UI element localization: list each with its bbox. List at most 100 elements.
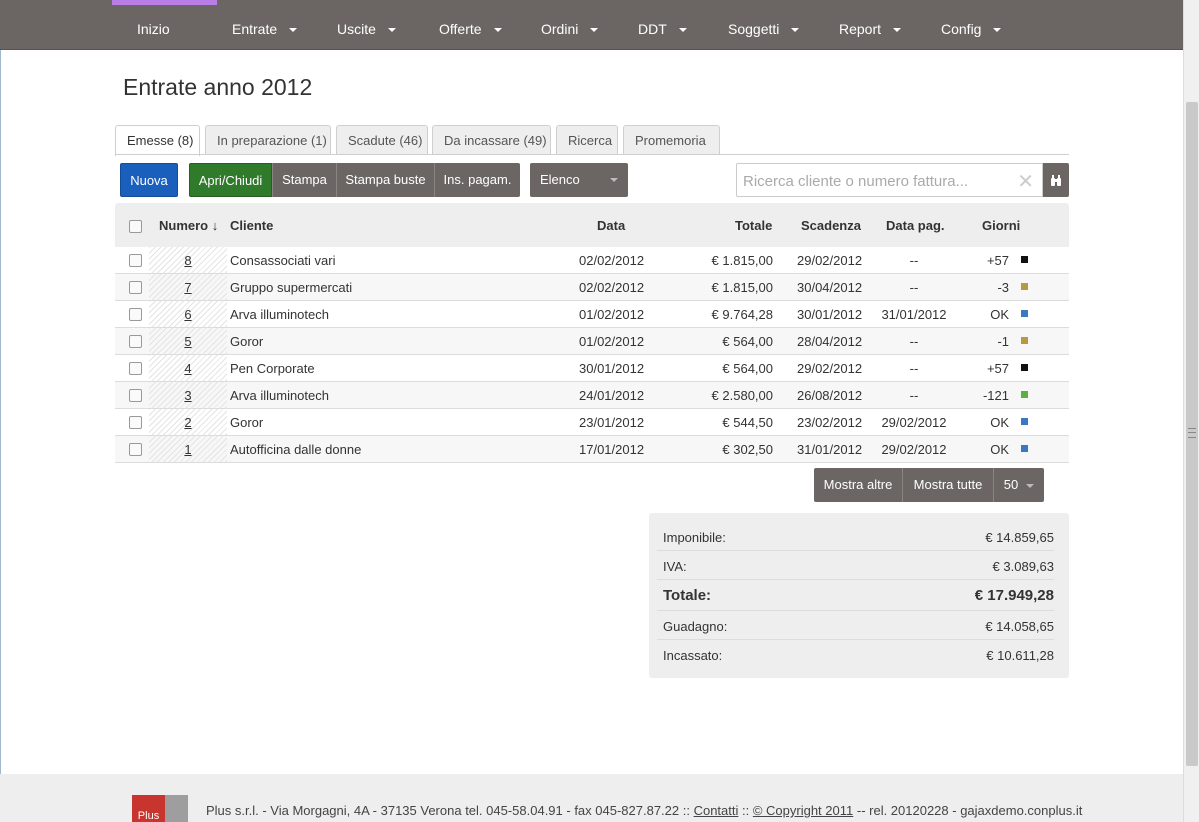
insert-payment-button[interactable]: Ins. pagam. — [434, 163, 520, 197]
row-numero: 8 — [149, 253, 227, 268]
table-row[interactable]: 3 Arva illuminotech 24/01/2012 € 2.580,00 26… — [115, 382, 1069, 409]
view-mode-select[interactable]: Elenco — [530, 163, 628, 197]
app-logo[interactable] — [112, 0, 217, 5]
nav-item-1[interactable]: Entrate — [232, 21, 298, 37]
row-totale: € 1.815,00 — [711, 280, 773, 295]
table-row[interactable]: 1 Autofficina dalle donne 17/01/2012 € 302,… — [115, 436, 1069, 463]
nav-item-0[interactable]: Inizio — [137, 21, 170, 37]
invoice-number-link[interactable]: 2 — [184, 415, 191, 430]
col-data-header[interactable]: Data — [597, 218, 625, 233]
table-row[interactable]: 8 Consassociati vari 02/02/2012 € 1.815,00 2… — [115, 247, 1069, 274]
totals-value: € 14.058,65 — [985, 619, 1054, 634]
tab-0[interactable]: Emesse (8) — [115, 125, 200, 156]
row-checkbox[interactable] — [129, 308, 142, 321]
row-cliente: Consassociati vari — [230, 253, 336, 268]
status-color-square — [1021, 283, 1028, 290]
row-checkbox[interactable] — [129, 254, 142, 267]
row-data: 01/02/2012 — [579, 334, 645, 349]
row-checkbox[interactable] — [129, 443, 142, 456]
invoice-number-link[interactable]: 7 — [184, 280, 191, 295]
col-scadenza-header[interactable]: Scadenza — [801, 218, 861, 233]
binoculars-icon — [1051, 174, 1061, 186]
row-data-pag: -- — [909, 334, 919, 349]
row-giorni: OK — [990, 415, 1009, 430]
chevron-down-icon — [791, 28, 800, 33]
nav-item-5[interactable]: DDT — [638, 21, 687, 37]
tab-1[interactable]: In preparazione (1) — [205, 125, 331, 155]
col-data-pag-header[interactable]: Data pag. — [886, 218, 945, 233]
row-checkbox[interactable] — [129, 281, 142, 294]
row-numero: 6 — [149, 307, 227, 322]
select-all-checkbox[interactable] — [129, 220, 142, 233]
page-size-select[interactable]: 50 — [993, 468, 1044, 502]
nav-item-4[interactable]: Ordini — [541, 21, 599, 37]
row-giorni: OK — [990, 307, 1009, 322]
invoice-number-link[interactable]: 3 — [184, 388, 191, 403]
col-giorni-header[interactable]: Giorni — [982, 218, 1020, 233]
table-row[interactable]: 4 Pen Corporate 30/01/2012 € 564,00 29/02/20… — [115, 355, 1069, 382]
row-totale: € 2.580,00 — [711, 388, 773, 403]
nav-item-6[interactable]: Soggetti — [728, 21, 800, 37]
row-giorni: -121 — [982, 388, 1009, 403]
totals-panel: Imponibile: € 14.859,65 IVA: € 3.089,63 Tota… — [649, 513, 1069, 678]
nav-item-2[interactable]: Uscite — [337, 21, 396, 37]
invoice-number-link[interactable]: 5 — [184, 334, 191, 349]
row-checkbox[interactable] — [129, 335, 142, 348]
invoice-number-link[interactable]: 8 — [184, 253, 191, 268]
status-color-square — [1021, 418, 1028, 425]
nav-item-7[interactable]: Report — [839, 21, 902, 37]
invoice-number-link[interactable]: 6 — [184, 307, 191, 322]
row-checkbox[interactable] — [129, 416, 142, 429]
row-totale: € 564,00 — [722, 334, 773, 349]
table-row[interactable]: 6 Arva illuminotech 01/02/2012 € 9.764,28 30… — [115, 301, 1069, 328]
row-data-pag: -- — [909, 280, 919, 295]
nav-item-label: Offerte — [439, 21, 482, 37]
show-more-button[interactable]: Mostra altre — [814, 468, 902, 502]
row-numero: 1 — [149, 442, 227, 457]
contacts-link[interactable]: Contatti — [694, 803, 739, 818]
row-data-pag: 29/02/2012 — [881, 442, 947, 457]
open-close-button[interactable]: Apri/Chiudi — [189, 163, 272, 197]
totals-row: IVA: € 3.089,63 — [657, 551, 1054, 580]
print-envelopes-button[interactable]: Stampa buste — [336, 163, 434, 197]
new-invoice-button[interactable]: Nuova — [120, 163, 178, 197]
table-row[interactable]: 7 Gruppo supermercati 02/02/2012 € 1.815,00… — [115, 274, 1069, 301]
totals-row: Guadagno: € 14.058,65 — [657, 611, 1054, 640]
col-numero-header[interactable]: Numero ↓ — [159, 218, 218, 233]
totals-value: € 17.949,28 — [974, 587, 1054, 604]
print-button[interactable]: Stampa — [272, 163, 336, 197]
tab-4[interactable]: Ricerca — [556, 125, 618, 155]
row-checkbox[interactable] — [129, 389, 142, 402]
footer-address: Plus s.r.l. - Via Morgagni, 4A - 37135 V… — [206, 803, 694, 818]
copyright-link[interactable]: © Copyright 2011 — [753, 803, 853, 818]
table-row[interactable]: 5 Goror 01/02/2012 € 564,00 28/04/2012 -- -1 — [115, 328, 1069, 355]
tab-2[interactable]: Scadute (46) — [336, 125, 428, 155]
row-checkbox[interactable] — [129, 362, 142, 375]
invoice-number-link[interactable]: 4 — [184, 361, 191, 376]
row-cliente: Autofficina dalle donne — [230, 442, 362, 457]
col-totale-header[interactable]: Totale — [735, 218, 772, 233]
col-cliente-header[interactable]: Cliente — [230, 218, 273, 233]
row-cliente: Gruppo supermercati — [230, 280, 353, 295]
invoice-number-link[interactable]: 1 — [184, 442, 191, 457]
row-data: 02/02/2012 — [579, 280, 645, 295]
row-numero: 2 — [149, 415, 227, 430]
row-data-pag: -- — [909, 388, 919, 403]
vertical-scrollbar[interactable] — [1183, 0, 1199, 822]
row-scadenza: 23/02/2012 — [797, 415, 863, 430]
tab-3[interactable]: Da incassare (49) — [432, 125, 551, 155]
totals-label: Totale: — [663, 587, 712, 604]
table-row[interactable]: 2 Goror 23/01/2012 € 544,50 23/02/2012 29/02/… — [115, 409, 1069, 436]
nav-item-3[interactable]: Offerte — [439, 21, 502, 37]
nav-item-label: Report — [839, 21, 882, 37]
search-button[interactable] — [1043, 163, 1069, 197]
tab-5[interactable]: Promemoria — [623, 125, 720, 155]
search-field[interactable]: ✕ — [736, 163, 1043, 197]
row-totale: € 302,50 — [722, 442, 773, 457]
search-input[interactable] — [741, 168, 1011, 194]
row-data: 02/02/2012 — [579, 253, 645, 268]
clear-search-icon[interactable]: ✕ — [1017, 169, 1034, 194]
chevron-down-icon — [1026, 483, 1035, 488]
nav-item-8[interactable]: Config — [941, 21, 1002, 37]
show-all-button[interactable]: Mostra tutte — [902, 468, 993, 502]
